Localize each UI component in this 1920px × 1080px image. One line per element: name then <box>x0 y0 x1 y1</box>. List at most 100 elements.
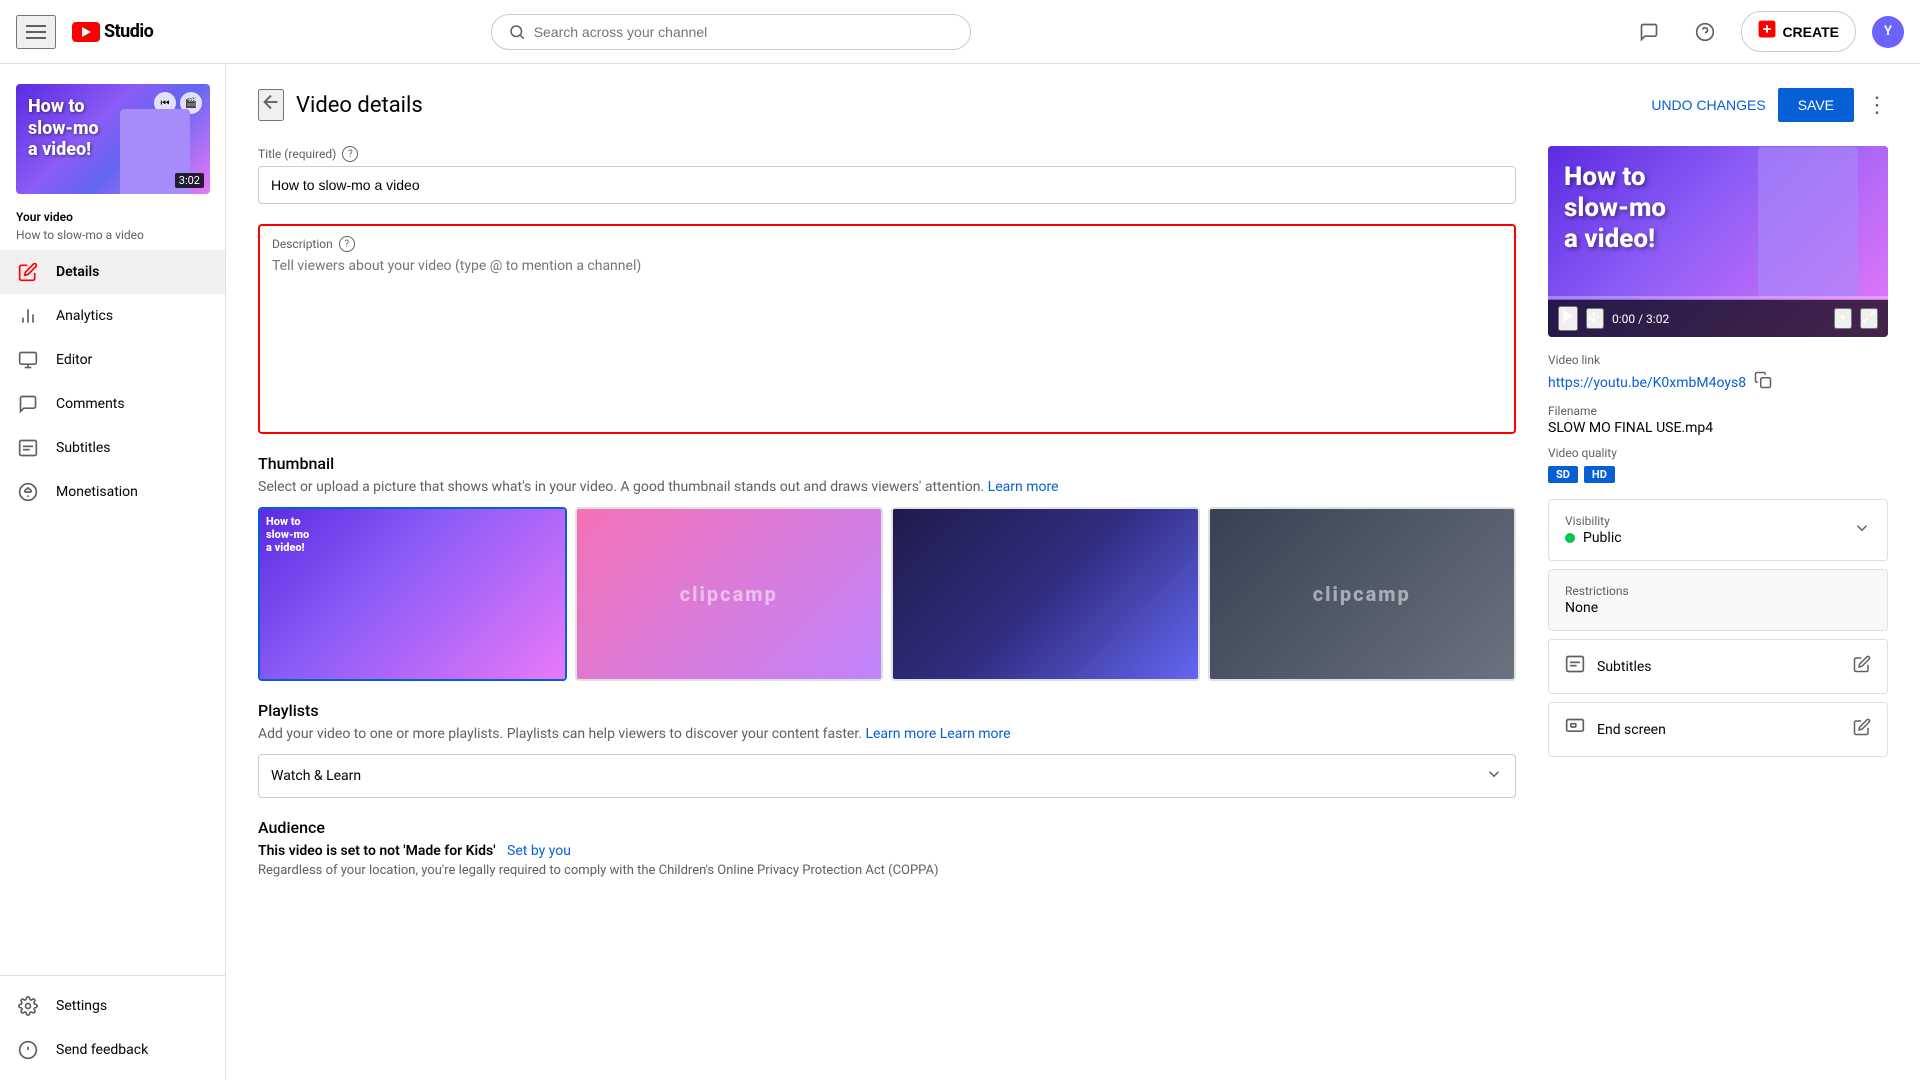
fullscreen-button[interactable] <box>1860 308 1878 329</box>
sidebar-nav: Details Analytics Editor <box>0 250 225 967</box>
visibility-card[interactable]: Visibility Public <box>1548 499 1888 561</box>
sidebar-item-feedback[interactable]: Send feedback <box>0 1028 225 1072</box>
description-wrapper[interactable]: Description ? <box>258 224 1516 434</box>
sidebar: How toslow-moa video! ⏮ 🎬 3:02 Your vide… <box>0 64 226 1080</box>
feedback-label: Send feedback <box>56 1042 148 1058</box>
audience-row: This video is set to not 'Made for Kids'… <box>258 843 1516 859</box>
quality-label: Video quality <box>1548 446 1888 460</box>
playlist-dropdown[interactable]: Watch & Learn <box>258 754 1516 798</box>
volume-button[interactable] <box>1586 308 1604 329</box>
badge-hd: HD <box>1584 466 1615 483</box>
thumb1-text: How toslow-moa video! <box>266 515 309 555</box>
feedback-icon <box>16 1038 40 1062</box>
playlists-learn-more-link[interactable]: Learn more <box>940 726 1011 742</box>
sidebar-item-settings[interactable]: Settings <box>0 984 225 1028</box>
messages-button[interactable] <box>1629 12 1669 52</box>
description-field-group: Description ? <box>258 224 1516 434</box>
playlist-chevron-icon <box>1485 765 1503 787</box>
hamburger-menu[interactable] <box>16 15 56 49</box>
title-input[interactable] <box>258 166 1516 204</box>
subtitles-card[interactable]: Subtitles <box>1548 639 1888 694</box>
playlists-learn-more[interactable]: Learn more <box>865 726 936 742</box>
create-button[interactable]: CREATE <box>1741 11 1856 52</box>
help-button[interactable] <box>1685 12 1725 52</box>
messages-icon <box>1639 22 1659 42</box>
settings-label: Settings <box>56 998 107 1014</box>
set-by-link[interactable]: Set by you <box>507 843 571 859</box>
playlists-title: Playlists <box>258 701 1516 720</box>
title-label: Title (required) ? <box>258 146 1516 162</box>
visibility-header[interactable]: Visibility Public <box>1549 500 1887 560</box>
audience-section: Audience This video is set to not 'Made … <box>258 818 1516 878</box>
end-screen-edit-button[interactable] <box>1853 718 1871 741</box>
sidebar-item-monetisation[interactable]: Monetisation <box>0 470 225 514</box>
description-help-icon[interactable]: ? <box>339 236 355 252</box>
thumbnail-option-1[interactable]: How toslow-moa video! <box>258 507 567 681</box>
create-label: CREATE <box>1782 24 1839 40</box>
preview-text: How toslow-moa video! <box>1564 162 1666 256</box>
thumbnail-learn-more[interactable]: Learn more <box>988 479 1059 495</box>
sidebar-video-thumbnail: How toslow-moa video! ⏮ 🎬 3:02 <box>0 72 225 206</box>
end-screen-label: End screen <box>1597 722 1666 738</box>
quality-badges: SD HD <box>1548 466 1888 483</box>
search-bar[interactable] <box>491 14 971 50</box>
search-input[interactable] <box>534 24 954 40</box>
video-link-url[interactable]: https://youtu.be/K0xmbM4oys8 <box>1548 375 1746 391</box>
video-controls: 0:00 / 3:02 <box>1548 300 1888 337</box>
sidebar-item-comments[interactable]: Comments <box>0 382 225 426</box>
analytics-label: Analytics <box>56 308 113 324</box>
sidebar-item-analytics[interactable]: Analytics <box>0 294 225 338</box>
playlists-section: Playlists Add your video to one or more … <box>258 701 1516 798</box>
subtitles-card-icon <box>1565 654 1585 679</box>
end-screen-card[interactable]: End screen <box>1548 702 1888 757</box>
thumbnail-option-4[interactable]: clipcamp <box>1208 507 1517 681</box>
thumb3-inner <box>893 509 1198 679</box>
settings-icon <box>16 994 40 1018</box>
badge-sd: SD <box>1548 466 1578 483</box>
youtube-logo-icon <box>72 22 100 42</box>
restrictions-card: Restrictions None <box>1548 569 1888 631</box>
details-icon <box>16 260 40 284</box>
video-info: Video link https://youtu.be/K0xmbM4oys8 … <box>1548 353 1888 483</box>
thumbnail-option-2[interactable]: clipcamp <box>575 507 884 681</box>
subtitles-left: Subtitles <box>1565 654 1652 679</box>
more-options-button[interactable]: ⋮ <box>1866 92 1888 118</box>
back-nav: Video details <box>258 89 423 121</box>
sidebar-item-editor[interactable]: Editor <box>0 338 225 382</box>
thumbnail-option-3[interactable] <box>891 507 1200 681</box>
copy-link-button[interactable] <box>1754 371 1772 394</box>
description-input[interactable] <box>272 258 1502 418</box>
settings-button[interactable] <box>1834 308 1852 329</box>
monetisation-label: Monetisation <box>56 484 138 500</box>
sidebar-item-details[interactable]: Details <box>0 250 225 294</box>
sidebar-item-subtitles[interactable]: Subtitles <box>0 426 225 470</box>
restrictions-header: Restrictions None <box>1549 570 1887 630</box>
your-video-label: Your video <box>0 206 225 226</box>
video-preview: How toslow-moa video! <box>1548 146 1888 337</box>
play-button[interactable] <box>1558 306 1578 331</box>
filename-label: Filename <box>1548 404 1888 418</box>
title-field-group: Title (required) ? <box>258 146 1516 204</box>
progress-bar <box>1548 296 1888 299</box>
form-section: Title (required) ? Description ? Thumbna… <box>258 146 1516 878</box>
subtitles-edit-button[interactable] <box>1853 655 1871 678</box>
subtitles-card-label: Subtitles <box>1597 659 1652 675</box>
top-navigation: Studio CREATE Y <box>0 0 1920 64</box>
thumb1-inner: How toslow-moa video! <box>260 509 565 679</box>
time-display: 0:00 / 3:02 <box>1612 312 1826 326</box>
video-link-row: https://youtu.be/K0xmbM4oys8 <box>1548 371 1888 394</box>
page-header: Video details UNDO CHANGES SAVE ⋮ <box>258 88 1888 122</box>
editor-label: Editor <box>56 352 92 368</box>
undo-changes-button[interactable]: UNDO CHANGES <box>1651 97 1765 113</box>
user-avatar[interactable]: Y <box>1872 16 1904 48</box>
analytics-icon <box>16 304 40 328</box>
subtitles-label: Subtitles <box>56 440 111 456</box>
save-button[interactable]: SAVE <box>1778 88 1854 122</box>
back-button[interactable] <box>258 89 284 121</box>
title-help-icon[interactable]: ? <box>342 146 358 162</box>
video-thumbnail-image: How toslow-moa video! ⏮ 🎬 3:02 <box>16 84 210 194</box>
playlist-selected: Watch & Learn <box>271 768 361 784</box>
description-label: Description ? <box>272 236 1502 252</box>
thumbnail-title: Thumbnail <box>258 454 1516 473</box>
audience-title: Audience <box>258 818 1516 837</box>
